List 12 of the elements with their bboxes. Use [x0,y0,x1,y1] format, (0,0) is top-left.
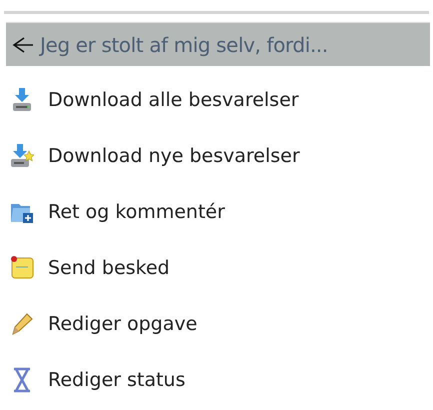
back-arrow-icon[interactable] [12,36,34,52]
menu-item[interactable]: Download nye besvarelser [48,142,300,170]
menu-item[interactable]: Ret og kommentér [48,198,225,226]
download-icon [10,87,34,113]
sticky-note-icon [10,255,34,281]
menu-item[interactable]: Send besked [48,254,170,282]
pencil-icon [10,311,34,337]
download-star-icon [10,143,34,169]
menu-item[interactable]: Rediger opgave [48,310,198,338]
menu-item[interactable]: Rediger status [48,366,186,394]
header-title: Jeg er stolt af mig selv, fordi... [38,32,328,58]
menu-item[interactable]: Download alle besvarelser [48,86,299,114]
